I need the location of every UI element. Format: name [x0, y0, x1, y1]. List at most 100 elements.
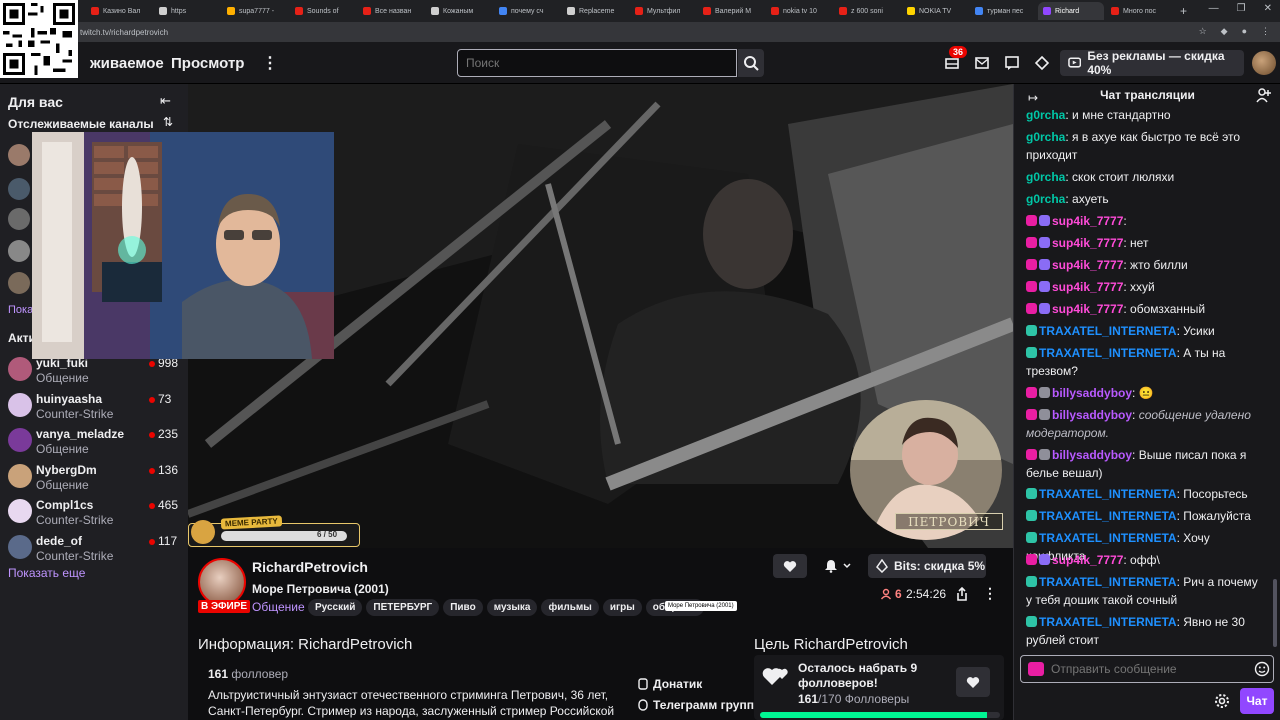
gear-icon[interactable]: [1214, 693, 1230, 709]
chat-message[interactable]: sup4ik_7777:: [1026, 212, 1264, 230]
browser-tab[interactable]: https: [154, 2, 220, 20]
channel-name[interactable]: RichardPetrovich: [252, 559, 368, 575]
profile-icon[interactable]: ●: [1242, 26, 1247, 37]
chat-input[interactable]: [1020, 655, 1274, 683]
chat-message[interactable]: g0rcha: скок стоит люляхи: [1026, 168, 1264, 186]
followed-channel-avatar[interactable]: [8, 272, 30, 294]
search-button[interactable]: [738, 49, 764, 77]
send-chat-button[interactable]: Чат: [1240, 688, 1274, 714]
meme-party-widget[interactable]: MEME PARTY 6 / 50: [188, 515, 360, 547]
chat-message[interactable]: billysaddyboy: сообщение удалено модерат…: [1026, 406, 1264, 442]
browser-tab[interactable]: z 600 soni: [834, 2, 900, 20]
share-icon[interactable]: [954, 586, 970, 602]
sidebar-channel-item[interactable]: vanya_meladze Общение 235: [8, 424, 184, 464]
community-icon[interactable]: [1256, 87, 1272, 103]
star-icon[interactable]: ☆: [1199, 26, 1207, 37]
more-options-icon[interactable]: ⋮: [983, 585, 997, 602]
chat-message[interactable]: TRAXATEL_INTERNETA: Пожалуйста: [1026, 507, 1264, 525]
browser-tab[interactable]: Sounds of: [290, 2, 356, 20]
browser-tab[interactable]: nokia tv 10: [766, 2, 832, 20]
stream-category[interactable]: Общение: [252, 600, 305, 614]
chat-username[interactable]: sup4ik_7777: [1052, 280, 1123, 294]
show-more-link-partial[interactable]: Пока: [8, 304, 33, 316]
chat-username[interactable]: billysaddyboy: [1052, 386, 1132, 400]
chat-message[interactable]: sup4ik_7777: ххуй: [1026, 278, 1264, 296]
browser-tab[interactable]: Валерий М: [698, 2, 764, 20]
chat-username[interactable]: g0rcha: [1026, 130, 1065, 144]
url-text[interactable]: twitch.tv/richardpetrovich: [80, 28, 168, 37]
chat-username[interactable]: TRAXATEL_INTERNETA: [1039, 346, 1177, 360]
browser-tab[interactable]: Мультфил: [630, 2, 696, 20]
search-input[interactable]: [457, 49, 737, 77]
chat-message[interactable]: TRAXATEL_INTERNETA: Рич а почему у тебя …: [1026, 573, 1264, 609]
browser-tab[interactable]: турман пес: [970, 2, 1036, 20]
stream-tag[interactable]: Пиво: [443, 599, 483, 616]
new-tab-icon[interactable]: +: [1180, 4, 1187, 18]
channel-avatar[interactable]: [198, 558, 246, 606]
chat-scrollbar[interactable]: [1273, 579, 1277, 647]
chat-username[interactable]: sup4ik_7777: [1052, 553, 1123, 567]
stream-tag[interactable]: игры: [602, 599, 642, 616]
chat-username[interactable]: TRAXATEL_INTERNETA: [1039, 487, 1177, 501]
browser-tab[interactable]: Richard: [1038, 2, 1104, 20]
stream-tag[interactable]: фильмы: [541, 599, 599, 616]
chat-message[interactable]: sup4ik_7777: жто билли: [1026, 256, 1264, 274]
chat-message[interactable]: billysaddyboy: 😐: [1026, 384, 1264, 402]
browser-tab[interactable]: Replaceme: [562, 2, 628, 20]
browser-tab[interactable]: Казино Вал: [86, 2, 152, 20]
chat-username[interactable]: TRAXATEL_INTERNETA: [1039, 531, 1177, 545]
close-icon[interactable]: ✕: [1264, 3, 1272, 14]
user-avatar[interactable]: [1252, 51, 1276, 75]
sidebar-channel-item[interactable]: NybergDm Общение 136: [8, 460, 184, 500]
menu-icon[interactable]: ⋮: [1261, 26, 1270, 37]
chat-message[interactable]: g0rcha: и мне стандартно: [1026, 106, 1264, 124]
followed-channel-avatar[interactable]: [8, 144, 30, 166]
chat-message[interactable]: sup4ik_7777: обомзханный: [1026, 300, 1264, 318]
collapse-sidebar-icon[interactable]: ⇤: [160, 93, 171, 109]
chat-username[interactable]: TRAXATEL_INTERNETA: [1039, 575, 1177, 589]
chat-username[interactable]: sup4ik_7777: [1052, 302, 1123, 316]
chat-username[interactable]: sup4ik_7777: [1052, 214, 1123, 228]
browser-tab[interactable]: NOKIA TV: [902, 2, 968, 20]
browser-tab[interactable]: Все назван: [358, 2, 424, 20]
show-more-link[interactable]: Показать еще: [8, 566, 85, 580]
browser-tab[interactable]: Много пос: [1106, 2, 1172, 20]
chat-message[interactable]: sup4ik_7777: нет: [1026, 234, 1264, 252]
ad-free-button[interactable]: Без рекламы — скидка 40%: [1060, 49, 1244, 77]
browser-tab[interactable]: supa7777 -: [222, 2, 288, 20]
sidebar-channel-item[interactable]: yuki_fuki Общение 998: [8, 353, 184, 393]
chat-username[interactable]: TRAXATEL_INTERNETA: [1039, 324, 1177, 338]
crown-icon[interactable]: [1034, 55, 1050, 71]
chat-username[interactable]: sup4ik_7777: [1052, 236, 1123, 250]
nav-following[interactable]: живаемое: [90, 55, 164, 72]
emote-picker-icon[interactable]: [1254, 661, 1270, 677]
nav-browse[interactable]: Просмотр: [171, 55, 244, 72]
chat-message[interactable]: TRAXATEL_INTERNETA: А ты на трезвом?: [1026, 344, 1264, 380]
stream-tag[interactable]: Русский: [308, 599, 363, 616]
chat-message[interactable]: sup4ik_7777: офф\: [1026, 551, 1264, 569]
chat-message[interactable]: g0rcha: ахуеть: [1026, 190, 1264, 208]
more-menu-icon[interactable]: ⋮: [262, 53, 278, 73]
notification-bell-button[interactable]: [815, 554, 859, 578]
chat-message[interactable]: billysaddyboy: Выше писал пока я белье в…: [1026, 446, 1264, 482]
channel-points-icon[interactable]: [1028, 662, 1044, 676]
chat-username[interactable]: billysaddyboy: [1052, 408, 1132, 422]
chat-message[interactable]: g0rcha: я в ахуе как быстро те всё это п…: [1026, 128, 1264, 164]
browser-tab[interactable]: Кожаным: [426, 2, 492, 20]
chat-username[interactable]: TRAXATEL_INTERNETA: [1039, 509, 1177, 523]
bits-button[interactable]: Bits: скидка 5%: [868, 554, 986, 578]
followed-channel-avatar[interactable]: [8, 178, 30, 200]
browser-tab[interactable]: почему сч: [494, 2, 560, 20]
goal-follow-button[interactable]: [956, 667, 990, 697]
sidebar-channel-item[interactable]: huinyaasha Counter-Strike 73: [8, 389, 184, 429]
donate-link[interactable]: Донатик: [638, 677, 702, 691]
whispers-icon[interactable]: [1004, 55, 1020, 71]
telegram-link[interactable]: Телеграмм группа: [638, 698, 761, 712]
chat-message[interactable]: TRAXATEL_INTERNETA: Усики: [1026, 322, 1264, 340]
sidebar-channel-item[interactable]: Compl1cs Counter-Strike 465: [8, 495, 184, 535]
chat-username[interactable]: sup4ik_7777: [1052, 258, 1123, 272]
sort-icon[interactable]: ⇅: [163, 115, 173, 129]
extension-icon[interactable]: ◆: [1221, 26, 1228, 37]
stream-tag[interactable]: музыка: [486, 599, 538, 616]
chat-username[interactable]: TRAXATEL_INTERNETA: [1039, 615, 1177, 629]
